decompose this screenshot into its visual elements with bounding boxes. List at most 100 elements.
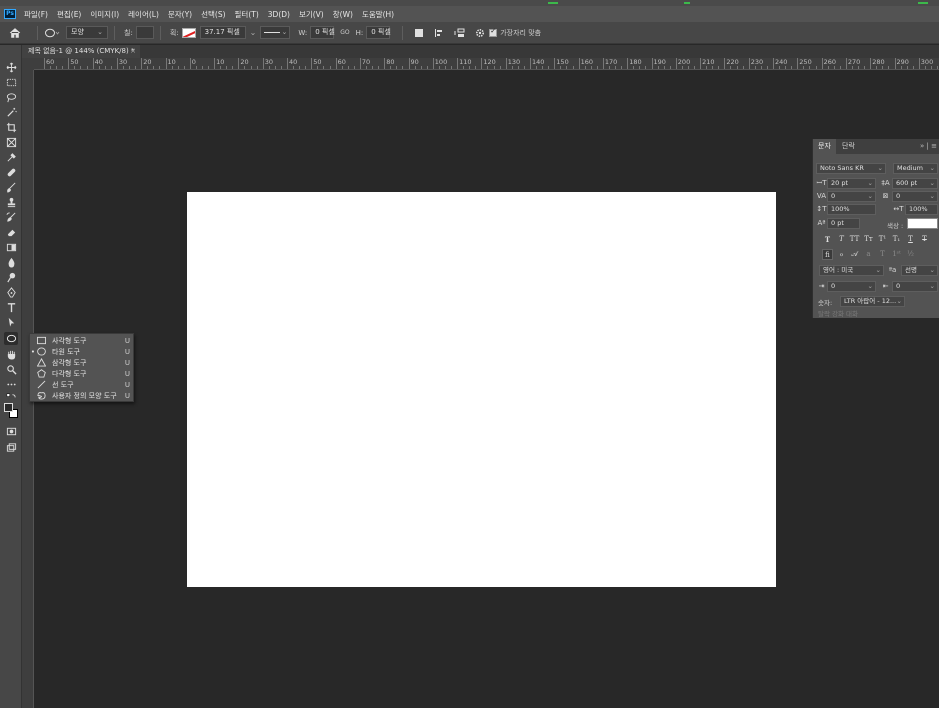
brush-tool-icon[interactable]	[4, 181, 18, 194]
panel-collapse-icon[interactable]: » | ≡	[920, 142, 937, 150]
small-caps-button[interactable]: Tт	[863, 234, 874, 245]
language-select[interactable]: 영어 : 미국 ⌄	[819, 265, 884, 276]
subscript-button[interactable]: T₁	[891, 234, 902, 245]
all-caps-button[interactable]: TT	[849, 234, 860, 245]
quick-mask-icon[interactable]	[4, 425, 18, 438]
close-tab-icon[interactable]: ×	[130, 45, 136, 58]
stroke-swatch[interactable]	[181, 27, 196, 38]
menu-type[interactable]: 문자(Y)	[168, 9, 192, 20]
panel-extra-option[interactable]: 탈락 강화 대화	[818, 308, 858, 318]
flyout-polygon-tool[interactable]: 다각형 도구 U	[30, 368, 135, 379]
numerals-select[interactable]: LTR 아랍어 - 12... ⌄	[840, 296, 905, 307]
superscript-button[interactable]: T¹	[877, 234, 888, 245]
menu-view[interactable]: 보기(V)	[299, 9, 324, 20]
document-tab[interactable]: 제목 없음-1 @ 144% (CMYK/8) * ×	[22, 45, 140, 58]
vertical-scale-field[interactable]: 100%	[827, 204, 876, 215]
menu-layer[interactable]: 레이어(L)	[128, 9, 159, 20]
menu-help[interactable]: 도움말(H)	[362, 9, 394, 20]
healing-brush-tool-icon[interactable]	[4, 166, 18, 179]
font-size-field[interactable]: 20 pt ⌄	[827, 178, 876, 189]
more-tools-icon[interactable]	[4, 378, 18, 391]
menu-window[interactable]: 창(W)	[333, 9, 353, 20]
menu-edit[interactable]: 편집(E)	[57, 9, 81, 20]
flyout-custom-shape-tool[interactable]: 사용자 정의 모양 도구 U	[30, 390, 135, 401]
default-colors-icon[interactable]	[4, 392, 18, 400]
history-brush-tool-icon[interactable]	[4, 211, 18, 224]
underline-button[interactable]: T	[905, 234, 916, 245]
path-arrangement-icon[interactable]	[454, 28, 466, 38]
ellipse-tool-icon[interactable]	[4, 332, 18, 345]
tab-character[interactable]: 문자	[813, 139, 836, 154]
flyout-ellipse-tool[interactable]: • 타원 도구 U	[30, 346, 135, 357]
leading-field[interactable]: 600 pt ⌄	[892, 178, 938, 189]
zoom-tool-icon[interactable]	[4, 363, 18, 376]
menu-select[interactable]: 선택(S)	[201, 9, 225, 20]
fractions-button[interactable]: ½	[905, 249, 916, 260]
align-edges-checkbox[interactable]	[489, 27, 498, 37]
menu-image[interactable]: 이미지(I)	[90, 9, 119, 20]
screen-mode-icon[interactable]	[4, 441, 18, 454]
kerning-field[interactable]: 0 ⌄	[827, 191, 876, 202]
link-dimensions-icon[interactable]: GO	[340, 29, 349, 36]
menu-3d[interactable]: 3D(D)	[268, 10, 290, 19]
clone-stamp-tool-icon[interactable]	[4, 196, 18, 209]
stroke-type-select[interactable]: ⌄	[260, 26, 291, 39]
horizontal-scale-field[interactable]: 100%	[905, 204, 938, 215]
font-style-select[interactable]: Medium ⌄	[893, 163, 938, 174]
marquee-tool-icon[interactable]	[4, 76, 18, 89]
ruler-tick	[159, 66, 161, 69]
ordinals-button[interactable]: 1ˢᵗ	[891, 249, 902, 260]
baseline-shift-icon: Aª	[817, 219, 826, 227]
type-tool-icon[interactable]	[4, 301, 18, 314]
pen-tool-icon[interactable]	[4, 286, 18, 299]
stroke-width-field[interactable]: 37.17 픽셀	[199, 26, 246, 39]
ruler-origin[interactable]	[22, 58, 34, 70]
blur-tool-icon[interactable]	[4, 256, 18, 269]
antialias-select[interactable]: 선명 ⌄	[901, 265, 938, 276]
eraser-tool-icon[interactable]	[4, 226, 18, 239]
ellipse-tool-preset-icon[interactable]	[44, 28, 60, 38]
right-indent-field[interactable]: 0 ⌄	[892, 281, 938, 292]
foreground-background-swatch[interactable]	[4, 403, 19, 419]
height-field[interactable]: 0 픽셀	[366, 26, 391, 39]
flyout-triangle-tool[interactable]: 삼각형 도구 U	[30, 357, 135, 368]
menu-file[interactable]: 파일(F)	[24, 9, 48, 20]
flyout-rectangle-tool[interactable]: 사각형 도구 U	[30, 335, 135, 346]
stylistic-alternates-button[interactable]: a	[863, 249, 874, 260]
magic-wand-tool-icon[interactable]	[4, 106, 18, 119]
tab-paragraph[interactable]: 단락	[837, 139, 860, 154]
tracking-field[interactable]: 0 ⌄	[892, 191, 938, 202]
titling-alternates-button[interactable]: T	[877, 249, 888, 260]
discretionary-ligatures-button[interactable]: ℴ	[836, 249, 847, 260]
path-selection-tool-icon[interactable]	[4, 316, 18, 329]
path-alignment-icon[interactable]	[434, 28, 444, 38]
flyout-line-tool[interactable]: 선 도구 U	[30, 379, 135, 390]
lasso-tool-icon[interactable]	[4, 91, 18, 104]
crop-tool-icon[interactable]	[4, 121, 18, 134]
faux-bold-button[interactable]: T	[822, 234, 833, 245]
ruler-tick-label: 20	[143, 58, 152, 66]
font-family-select[interactable]: Noto Sans KR ⌄	[816, 163, 886, 174]
eyedropper-tool-icon[interactable]	[4, 151, 18, 164]
tool-mode-select[interactable]: 모양 ⌄	[66, 26, 108, 39]
strikethrough-button[interactable]: T	[919, 234, 930, 245]
frame-tool-icon[interactable]	[4, 136, 18, 149]
width-field[interactable]: 0 픽셀	[310, 26, 335, 39]
home-icon[interactable]	[9, 27, 21, 39]
text-color-swatch[interactable]	[907, 218, 938, 229]
fill-swatch[interactable]	[135, 26, 154, 39]
faux-italic-button[interactable]: T	[836, 234, 847, 245]
path-operations-icon[interactable]	[414, 28, 424, 38]
document-canvas[interactable]	[187, 192, 776, 587]
stroke-width-dropdown-icon[interactable]: ⌄	[250, 28, 257, 37]
baseline-shift-field[interactable]: 0 pt	[827, 218, 860, 229]
ligatures-button[interactable]: fi	[822, 249, 833, 260]
left-indent-field[interactable]: 0 ⌄	[827, 281, 876, 292]
gradient-tool-icon[interactable]	[4, 241, 18, 254]
dodge-tool-icon[interactable]	[4, 271, 18, 284]
hand-tool-icon[interactable]	[4, 348, 18, 361]
menu-filter[interactable]: 필터(T)	[235, 9, 259, 20]
gear-icon[interactable]	[475, 28, 485, 38]
move-tool-icon[interactable]	[4, 61, 18, 74]
swash-button[interactable]: 𝒜	[849, 249, 860, 260]
